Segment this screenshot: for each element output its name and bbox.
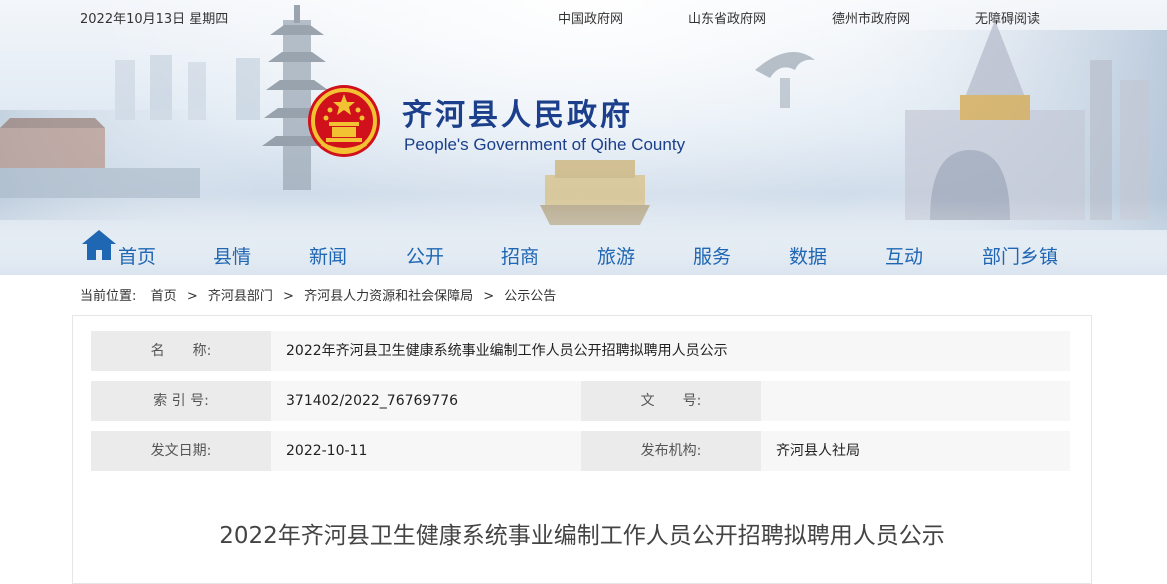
nav-data[interactable]: 数据 [789, 242, 827, 269]
nav-investment[interactable]: 招商 [501, 242, 539, 269]
site-title-english: People's Government of Qihe County [404, 135, 686, 154]
nav-news[interactable]: 新闻 [309, 242, 347, 269]
current-date: 2022年10月13日 星期四 [80, 12, 229, 27]
breadcrumb-county-departments[interactable]: 齐河县部门 [208, 289, 273, 304]
nav-interaction[interactable]: 互动 [885, 242, 923, 269]
nav-services[interactable]: 服务 [693, 242, 731, 269]
nav-home[interactable]: 首页 [118, 242, 156, 269]
name-label: 名 称: [91, 331, 271, 371]
org-label: 发布机构: [581, 431, 761, 471]
info-row-index: 索 引 号: 371402/2022_76769776 文 号: [91, 381, 1070, 421]
info-row-name: 名 称: 2022年齐河县卫生健康系统事业编制工作人员公开招聘拟聘用人员公示 [91, 331, 1070, 371]
main-navigation: 首页 县情 新闻 公开 招商 旅游 服务 数据 互动 部门乡镇 [0, 232, 1167, 272]
breadcrumb-prefix: 当前位置: [80, 289, 137, 304]
link-shandong-gov[interactable]: 山东省政府网 [688, 8, 766, 27]
breadcrumb-separator: > [483, 289, 495, 304]
national-emblem-icon [308, 85, 380, 157]
name-value: 2022年齐河县卫生健康系统事业编制工作人员公开招聘拟聘用人员公示 [271, 331, 1070, 371]
dolphin-sculpture [755, 52, 815, 108]
article-container: 名 称: 2022年齐河县卫生健康系统事业编制工作人员公开招聘拟聘用人员公示 索… [72, 315, 1092, 584]
nav-departments-towns[interactable]: 部门乡镇 [982, 242, 1058, 269]
breadcrumb-announcements[interactable]: 公示公告 [504, 289, 556, 304]
link-china-gov[interactable]: 中国政府网 [558, 8, 623, 27]
nav-tourism[interactable]: 旅游 [597, 242, 635, 269]
breadcrumb-home[interactable]: 首页 [151, 289, 177, 304]
breadcrumb: 当前位置: 首页 > 齐河县部门 > 齐河县人力资源和社会保障局 > 公示公告 [80, 285, 556, 304]
site-title: 齐河县人民政府 [402, 98, 633, 133]
org-value: 齐河县人社局 [761, 431, 1070, 471]
nav-public[interactable]: 公开 [406, 242, 444, 269]
nav-county-info[interactable]: 县情 [213, 242, 251, 269]
link-dezhou-gov[interactable]: 德州市政府网 [832, 8, 910, 27]
date-value: 2022-10-11 [271, 431, 581, 471]
docno-value [761, 381, 1070, 421]
document-title: 2022年齐河县卫生健康系统事业编制工作人员公开招聘拟聘用人员公示 [219, 523, 945, 549]
link-accessibility[interactable]: 无障碍阅读 [975, 8, 1040, 27]
breadcrumb-separator: > [186, 289, 198, 304]
date-label: 发文日期: [91, 431, 271, 471]
info-row-date: 发文日期: 2022-10-11 发布机构: 齐河县人社局 [91, 431, 1070, 471]
docno-label: 文 号: [581, 381, 761, 421]
index-value: 371402/2022_76769776 [271, 381, 581, 421]
breadcrumb-hr-bureau[interactable]: 齐河县人力资源和社会保障局 [304, 289, 473, 304]
breadcrumb-separator: > [283, 289, 294, 304]
index-label: 索 引 号: [91, 381, 271, 421]
